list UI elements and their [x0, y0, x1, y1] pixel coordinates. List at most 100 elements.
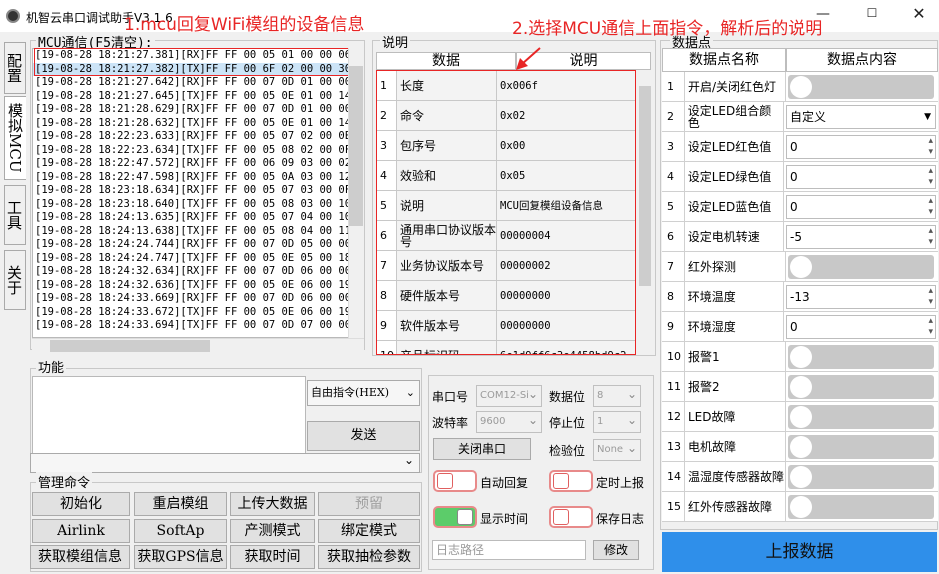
- datapoint-row: 11 报警2: [662, 372, 938, 402]
- datapoint-name: 设定LED组合颜色: [683, 102, 784, 131]
- desc-row[interactable]: 2 命令 0x02: [377, 101, 635, 131]
- get-sample-params-button[interactable]: 获取抽检参数: [318, 545, 420, 569]
- report-data-button[interactable]: 上报数据: [662, 532, 937, 572]
- datapoint-number-input[interactable]: 0: [786, 194, 936, 219]
- datapoint-name: 设定电机转速: [683, 222, 784, 251]
- app-logo-icon: [6, 9, 20, 23]
- datapoint-select[interactable]: 自定义: [786, 104, 936, 129]
- mcu-log-area[interactable]: [19-08-28 18:21:27.381][RX]FF FF 00 05 0…: [32, 48, 364, 338]
- desc-row-key: 业务协议版本号: [397, 251, 497, 280]
- databits-select[interactable]: 8: [593, 384, 641, 407]
- softap-button[interactable]: SoftAp: [134, 519, 227, 543]
- show-time-toggle[interactable]: [433, 506, 477, 528]
- modify-button[interactable]: 修改: [593, 540, 639, 560]
- datapoint-number-input[interactable]: -13: [786, 284, 936, 309]
- save-log-label: 保存日志: [596, 512, 645, 526]
- tab-simulate-mcu[interactable]: 模拟MCU: [4, 96, 26, 180]
- datapoint-name: 设定LED红色值: [683, 132, 784, 161]
- auto-reply-toggle[interactable]: [433, 470, 477, 492]
- desc-row[interactable]: 9 软件版本号 00000000: [377, 311, 635, 341]
- datapoint-toggle[interactable]: [788, 494, 934, 519]
- dp-col-name: 数据点名称: [662, 48, 786, 72]
- desc-scroll-thumb[interactable]: [639, 86, 651, 286]
- datapoint-value-cell: [786, 432, 938, 461]
- desc-row[interactable]: 4 效验和 0x05: [377, 161, 635, 191]
- close-icon[interactable]: ✕: [907, 4, 931, 26]
- datapoint-number-input[interactable]: 0: [786, 164, 936, 189]
- datapoint-value-cell: 0: [784, 192, 938, 221]
- log-line: [19-08-28 18:24:24.744][RX]FF FF 00 07 0…: [35, 238, 352, 250]
- desc-row[interactable]: 3 包序号 0x00: [377, 131, 635, 161]
- datapoint-toggle[interactable]: [788, 74, 934, 99]
- bind-mode-button[interactable]: 绑定模式: [318, 519, 420, 543]
- log-line: [19-08-28 18:24:13.635][RX]FF FF 00 05 0…: [35, 211, 352, 223]
- datapoint-number-input[interactable]: 0: [786, 314, 936, 339]
- log-line: [19-08-28 18:23:18.640][TX]FF FF 00 05 0…: [35, 197, 352, 210]
- desc-row[interactable]: 7 业务协议版本号 00000002: [377, 251, 635, 281]
- datapoint-value-cell: 0: [784, 162, 938, 191]
- datapoint-number-input[interactable]: 0: [786, 134, 936, 159]
- datapoint-toggle[interactable]: [788, 434, 934, 459]
- desc-row[interactable]: 6 通用串口协议版本号 00000004: [377, 221, 635, 251]
- tab-about[interactable]: 关于: [4, 250, 26, 310]
- desc-row[interactable]: 1 长度 0x006f: [377, 71, 635, 101]
- datapoint-value-cell: -5: [784, 222, 938, 251]
- desc-row[interactable]: 10产品标识码6e1d9ff6c3e4458bd9c2: [377, 341, 635, 354]
- log-scroll-thumb[interactable]: [349, 66, 363, 226]
- port-select[interactable]: COM12-Si: [476, 384, 542, 407]
- command-input-area[interactable]: [32, 376, 306, 454]
- save-log-toggle[interactable]: [549, 506, 593, 528]
- datapoint-name: 温湿度传感器故障: [684, 462, 786, 491]
- parity-select[interactable]: None: [593, 438, 641, 461]
- datapoint-number-input[interactable]: -5: [786, 224, 936, 249]
- datapoint-row: 9 环境湿度 0: [662, 312, 938, 342]
- command-history-select[interactable]: [30, 453, 420, 473]
- production-test-button[interactable]: 产测模式: [230, 519, 315, 543]
- get-gps-info-button[interactable]: 获取GPS信息: [134, 545, 227, 569]
- close-port-button[interactable]: 关闭串口: [433, 438, 531, 460]
- desc-row[interactable]: 8 硬件版本号 00000000: [377, 281, 635, 311]
- datapoint-row: 7 红外探测: [662, 252, 938, 282]
- desc-row-key: 命令: [397, 101, 497, 130]
- init-button[interactable]: 初始化: [32, 492, 130, 516]
- command-type-select[interactable]: 自由指令(HEX): [307, 380, 420, 406]
- datapoint-index: 5: [667, 200, 674, 213]
- log-line: [19-08-28 18:24:32.634][RX]FF FF 00 07 0…: [35, 265, 352, 277]
- maximize-icon[interactable]: ☐: [860, 6, 884, 26]
- datapoint-toggle[interactable]: [788, 464, 934, 489]
- baud-select[interactable]: 9600: [476, 410, 542, 433]
- datapoints-header: 数据点名称 数据点内容: [662, 48, 938, 72]
- desc-row-index: 2: [377, 101, 397, 130]
- restart-module-button[interactable]: 重启模组: [134, 492, 227, 516]
- get-time-button[interactable]: 获取时间: [230, 545, 315, 569]
- log-path-input[interactable]: 日志路径: [432, 540, 586, 560]
- get-module-info-button[interactable]: 获取模组信息: [30, 545, 130, 569]
- log-line: [19-08-28 18:22:23.633][RX]FF FF 00 05 0…: [35, 130, 352, 142]
- dp-col-value: 数据点内容: [786, 48, 938, 72]
- desc-row-value: 00000000: [497, 281, 635, 310]
- timed-report-toggle[interactable]: [549, 470, 593, 492]
- log-hscroll-thumb[interactable]: [50, 340, 210, 352]
- function-label: 功能: [36, 357, 67, 376]
- log-line: [19-08-28 18:24:24.747][TX]FF FF 00 05 0…: [35, 251, 352, 264]
- tab-tools[interactable]: 工具: [4, 185, 26, 245]
- desc-row-key: 包序号: [397, 131, 497, 160]
- desc-row-value: 0x00: [497, 131, 635, 160]
- annotation-1: 1.mcu回复WiFi模组的设备信息: [124, 15, 365, 35]
- stopbits-select[interactable]: 1: [593, 410, 641, 433]
- send-button[interactable]: 发送: [307, 421, 420, 451]
- datapoint-row: 13 电机故障: [662, 432, 938, 462]
- datapoint-toggle[interactable]: [788, 344, 934, 369]
- chevron-down-icon[interactable]: ⌄: [404, 453, 414, 467]
- desc-row[interactable]: 5 说明 MCU回复模组设备信息: [377, 191, 635, 221]
- desc-row-index: 8: [377, 281, 397, 310]
- datapoint-name: 环境湿度: [683, 312, 784, 341]
- datapoint-toggle[interactable]: [788, 254, 934, 279]
- airlink-button[interactable]: Airlink: [32, 519, 130, 543]
- tab-config[interactable]: 配置: [4, 42, 26, 94]
- upload-bigdata-button[interactable]: 上传大数据: [230, 492, 315, 516]
- datapoint-toggle[interactable]: [788, 404, 934, 429]
- datapoint-toggle[interactable]: [788, 374, 934, 399]
- datapoint-value-cell: [786, 72, 938, 101]
- log-line: [19-08-28 18:24:33.669][RX]FF FF 00 07 0…: [35, 292, 352, 304]
